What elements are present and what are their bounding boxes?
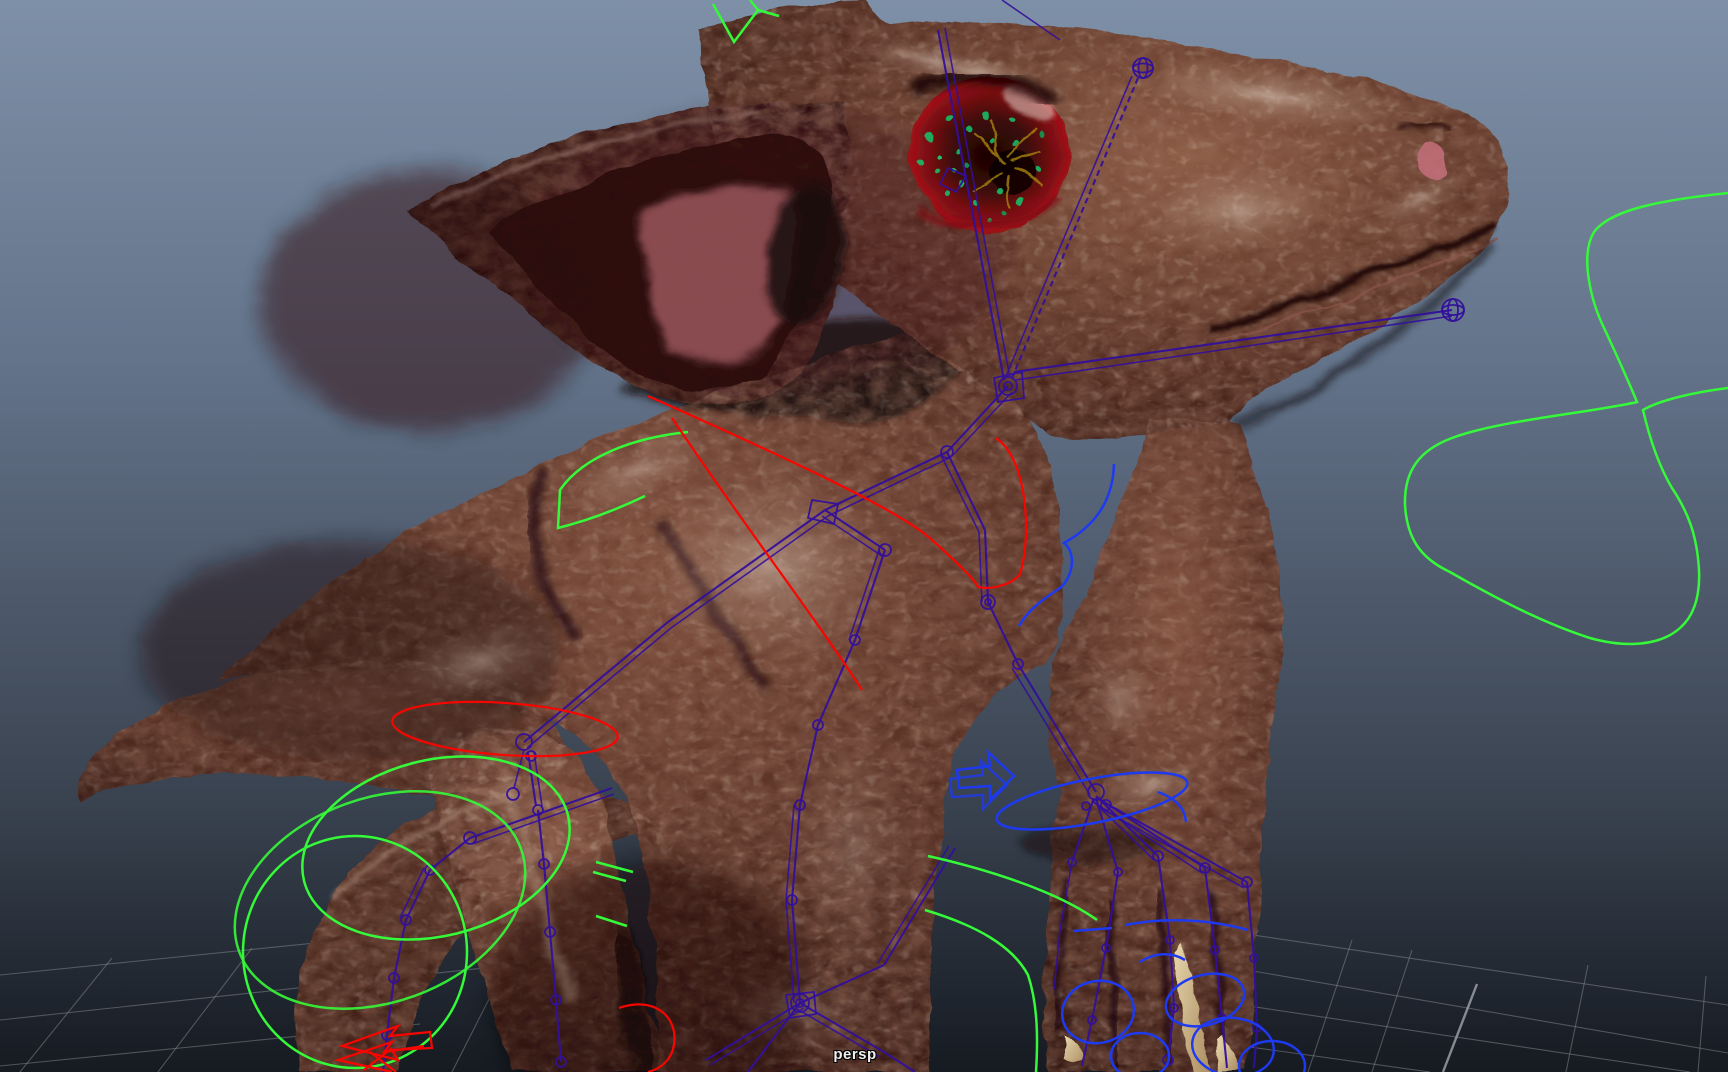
creature-eye[interactable] xyxy=(907,68,1070,233)
camera-name-label: persp xyxy=(833,1046,877,1063)
viewport-canvas[interactable] xyxy=(0,0,1728,1072)
maya-perspective-viewport[interactable]: persp xyxy=(0,0,1728,1072)
